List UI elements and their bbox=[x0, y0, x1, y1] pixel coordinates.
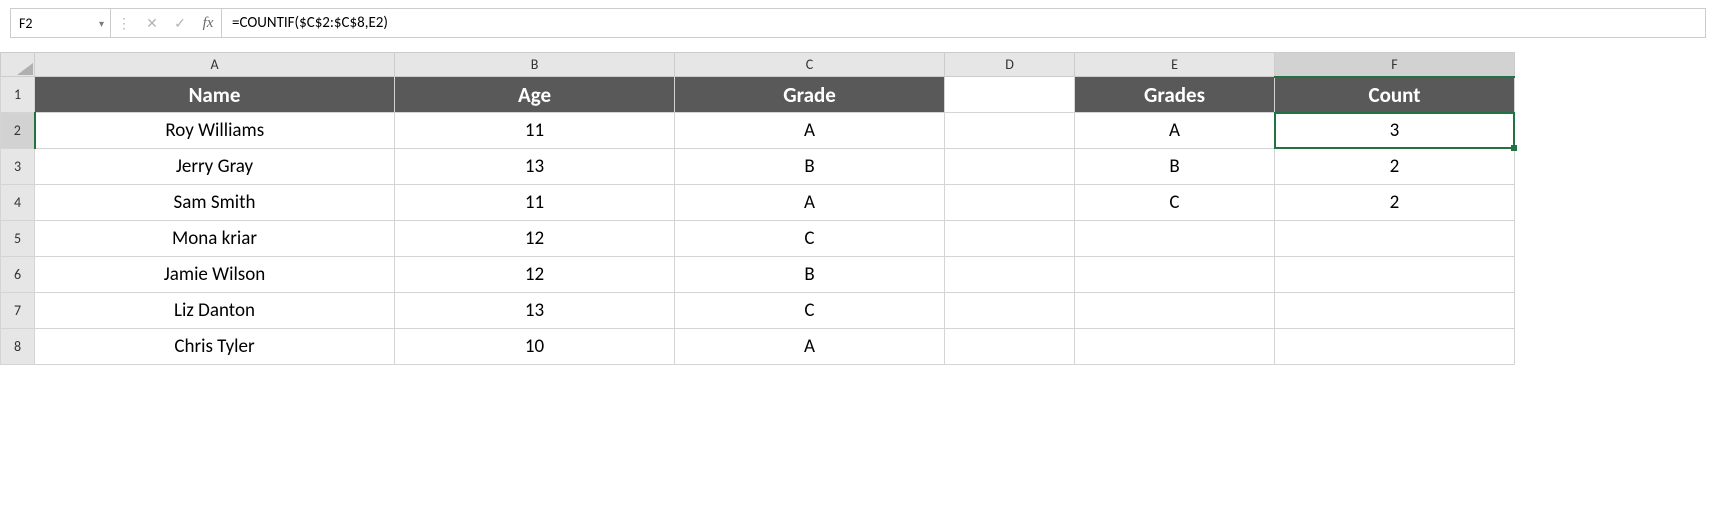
cell-C4[interactable]: A bbox=[675, 185, 945, 221]
cell-D2[interactable] bbox=[945, 113, 1075, 149]
cell-A6[interactable]: Jamie Wilson bbox=[35, 257, 395, 293]
formula-bar-buttons: ⋮ ✕ ✓ fx bbox=[111, 9, 222, 37]
row-head-4[interactable]: 4 bbox=[1, 185, 35, 221]
col-head-C[interactable]: C bbox=[675, 53, 945, 77]
column-header-row: A B C D E F bbox=[1, 53, 1515, 77]
enter-icon[interactable]: ✓ bbox=[171, 15, 189, 32]
cell-B8[interactable]: 10 bbox=[395, 329, 675, 365]
cell-A2[interactable]: Roy Williams bbox=[35, 113, 395, 149]
cell-C7[interactable]: C bbox=[675, 293, 945, 329]
cell-A8[interactable]: Chris Tyler bbox=[35, 329, 395, 365]
cell-F5[interactable] bbox=[1275, 221, 1515, 257]
row-head-1[interactable]: 1 bbox=[1, 77, 35, 113]
cell-B3[interactable]: 13 bbox=[395, 149, 675, 185]
table-row: 1NameAgeGrade GradesCount bbox=[1, 77, 1515, 113]
cell-C5[interactable]: C bbox=[675, 221, 945, 257]
row-head-2[interactable]: 2 bbox=[1, 113, 35, 149]
cell-D7[interactable] bbox=[945, 293, 1075, 329]
cell-A1[interactable]: Name bbox=[35, 77, 395, 113]
cell-F4[interactable]: 2 bbox=[1275, 185, 1515, 221]
cell-C2[interactable]: A bbox=[675, 113, 945, 149]
formula-bar: F2 ▾ ⋮ ✕ ✓ fx =COUNTIF($C$2:$C$8,E2) bbox=[10, 8, 1706, 38]
formula-input[interactable]: =COUNTIF($C$2:$C$8,E2) bbox=[222, 9, 1705, 37]
cell-E8[interactable] bbox=[1075, 329, 1275, 365]
cell-F7[interactable] bbox=[1275, 293, 1515, 329]
cell-F1[interactable]: Count bbox=[1275, 77, 1515, 113]
cell-F2[interactable]: 3 bbox=[1275, 113, 1515, 149]
table-row: 6Jamie Wilson12B bbox=[1, 257, 1515, 293]
table-row: 5Mona kriar12C bbox=[1, 221, 1515, 257]
cell-E6[interactable] bbox=[1075, 257, 1275, 293]
col-head-B[interactable]: B bbox=[395, 53, 675, 77]
separator-icon: ⋮ bbox=[115, 15, 133, 32]
cell-C1[interactable]: Grade bbox=[675, 77, 945, 113]
cell-D4[interactable] bbox=[945, 185, 1075, 221]
cancel-icon[interactable]: ✕ bbox=[143, 15, 161, 32]
cell-A5[interactable]: Mona kriar bbox=[35, 221, 395, 257]
cell-D1[interactable] bbox=[945, 77, 1075, 113]
cell-B1[interactable]: Age bbox=[395, 77, 675, 113]
cell-B4[interactable]: 11 bbox=[395, 185, 675, 221]
cell-E7[interactable] bbox=[1075, 293, 1275, 329]
cell-D8[interactable] bbox=[945, 329, 1075, 365]
cell-C6[interactable]: B bbox=[675, 257, 945, 293]
cell-D6[interactable] bbox=[945, 257, 1075, 293]
cell-E4[interactable]: C bbox=[1075, 185, 1275, 221]
row-head-3[interactable]: 3 bbox=[1, 149, 35, 185]
col-head-D[interactable]: D bbox=[945, 53, 1075, 77]
cell-B5[interactable]: 12 bbox=[395, 221, 675, 257]
table-row: 4Sam Smith11A C2 bbox=[1, 185, 1515, 221]
row-head-6[interactable]: 6 bbox=[1, 257, 35, 293]
cell-E5[interactable] bbox=[1075, 221, 1275, 257]
dropdown-icon[interactable]: ▾ bbox=[99, 17, 104, 30]
row-head-7[interactable]: 7 bbox=[1, 293, 35, 329]
cell-D5[interactable] bbox=[945, 221, 1075, 257]
fx-icon[interactable]: fx bbox=[199, 15, 217, 32]
cell-D3[interactable] bbox=[945, 149, 1075, 185]
name-box[interactable]: F2 ▾ bbox=[11, 9, 111, 37]
spreadsheet-grid[interactable]: A B C D E F 1NameAgeGradeGradesCount2Roy… bbox=[0, 52, 1515, 365]
table-row: 8Chris Tyler10A bbox=[1, 329, 1515, 365]
cell-B7[interactable]: 13 bbox=[395, 293, 675, 329]
cell-A4[interactable]: Sam Smith bbox=[35, 185, 395, 221]
cell-B2[interactable]: 11 bbox=[395, 113, 675, 149]
table-row: 3Jerry Gray13BB2 bbox=[1, 149, 1515, 185]
cell-C3[interactable]: B bbox=[675, 149, 945, 185]
cell-F3[interactable]: 2 bbox=[1275, 149, 1515, 185]
cell-E2[interactable]: A bbox=[1075, 113, 1275, 149]
cell-A3[interactable]: Jerry Gray bbox=[35, 149, 395, 185]
cell-B6[interactable]: 12 bbox=[395, 257, 675, 293]
cell-E1[interactable]: Grades bbox=[1075, 77, 1275, 113]
col-head-F[interactable]: F bbox=[1275, 53, 1515, 77]
cell-E3[interactable]: B bbox=[1075, 149, 1275, 185]
name-box-value: F2 bbox=[19, 15, 33, 32]
cell-C8[interactable]: A bbox=[675, 329, 945, 365]
table-row: 2Roy Williams11AA3 bbox=[1, 113, 1515, 149]
row-head-5[interactable]: 5 bbox=[1, 221, 35, 257]
table-row: 7Liz Danton13C bbox=[1, 293, 1515, 329]
cell-A7[interactable]: Liz Danton bbox=[35, 293, 395, 329]
row-head-8[interactable]: 8 bbox=[1, 329, 35, 365]
col-head-A[interactable]: A bbox=[35, 53, 395, 77]
select-all-corner[interactable] bbox=[1, 53, 35, 77]
cell-F8[interactable] bbox=[1275, 329, 1515, 365]
col-head-E[interactable]: E bbox=[1075, 53, 1275, 77]
cell-F6[interactable] bbox=[1275, 257, 1515, 293]
